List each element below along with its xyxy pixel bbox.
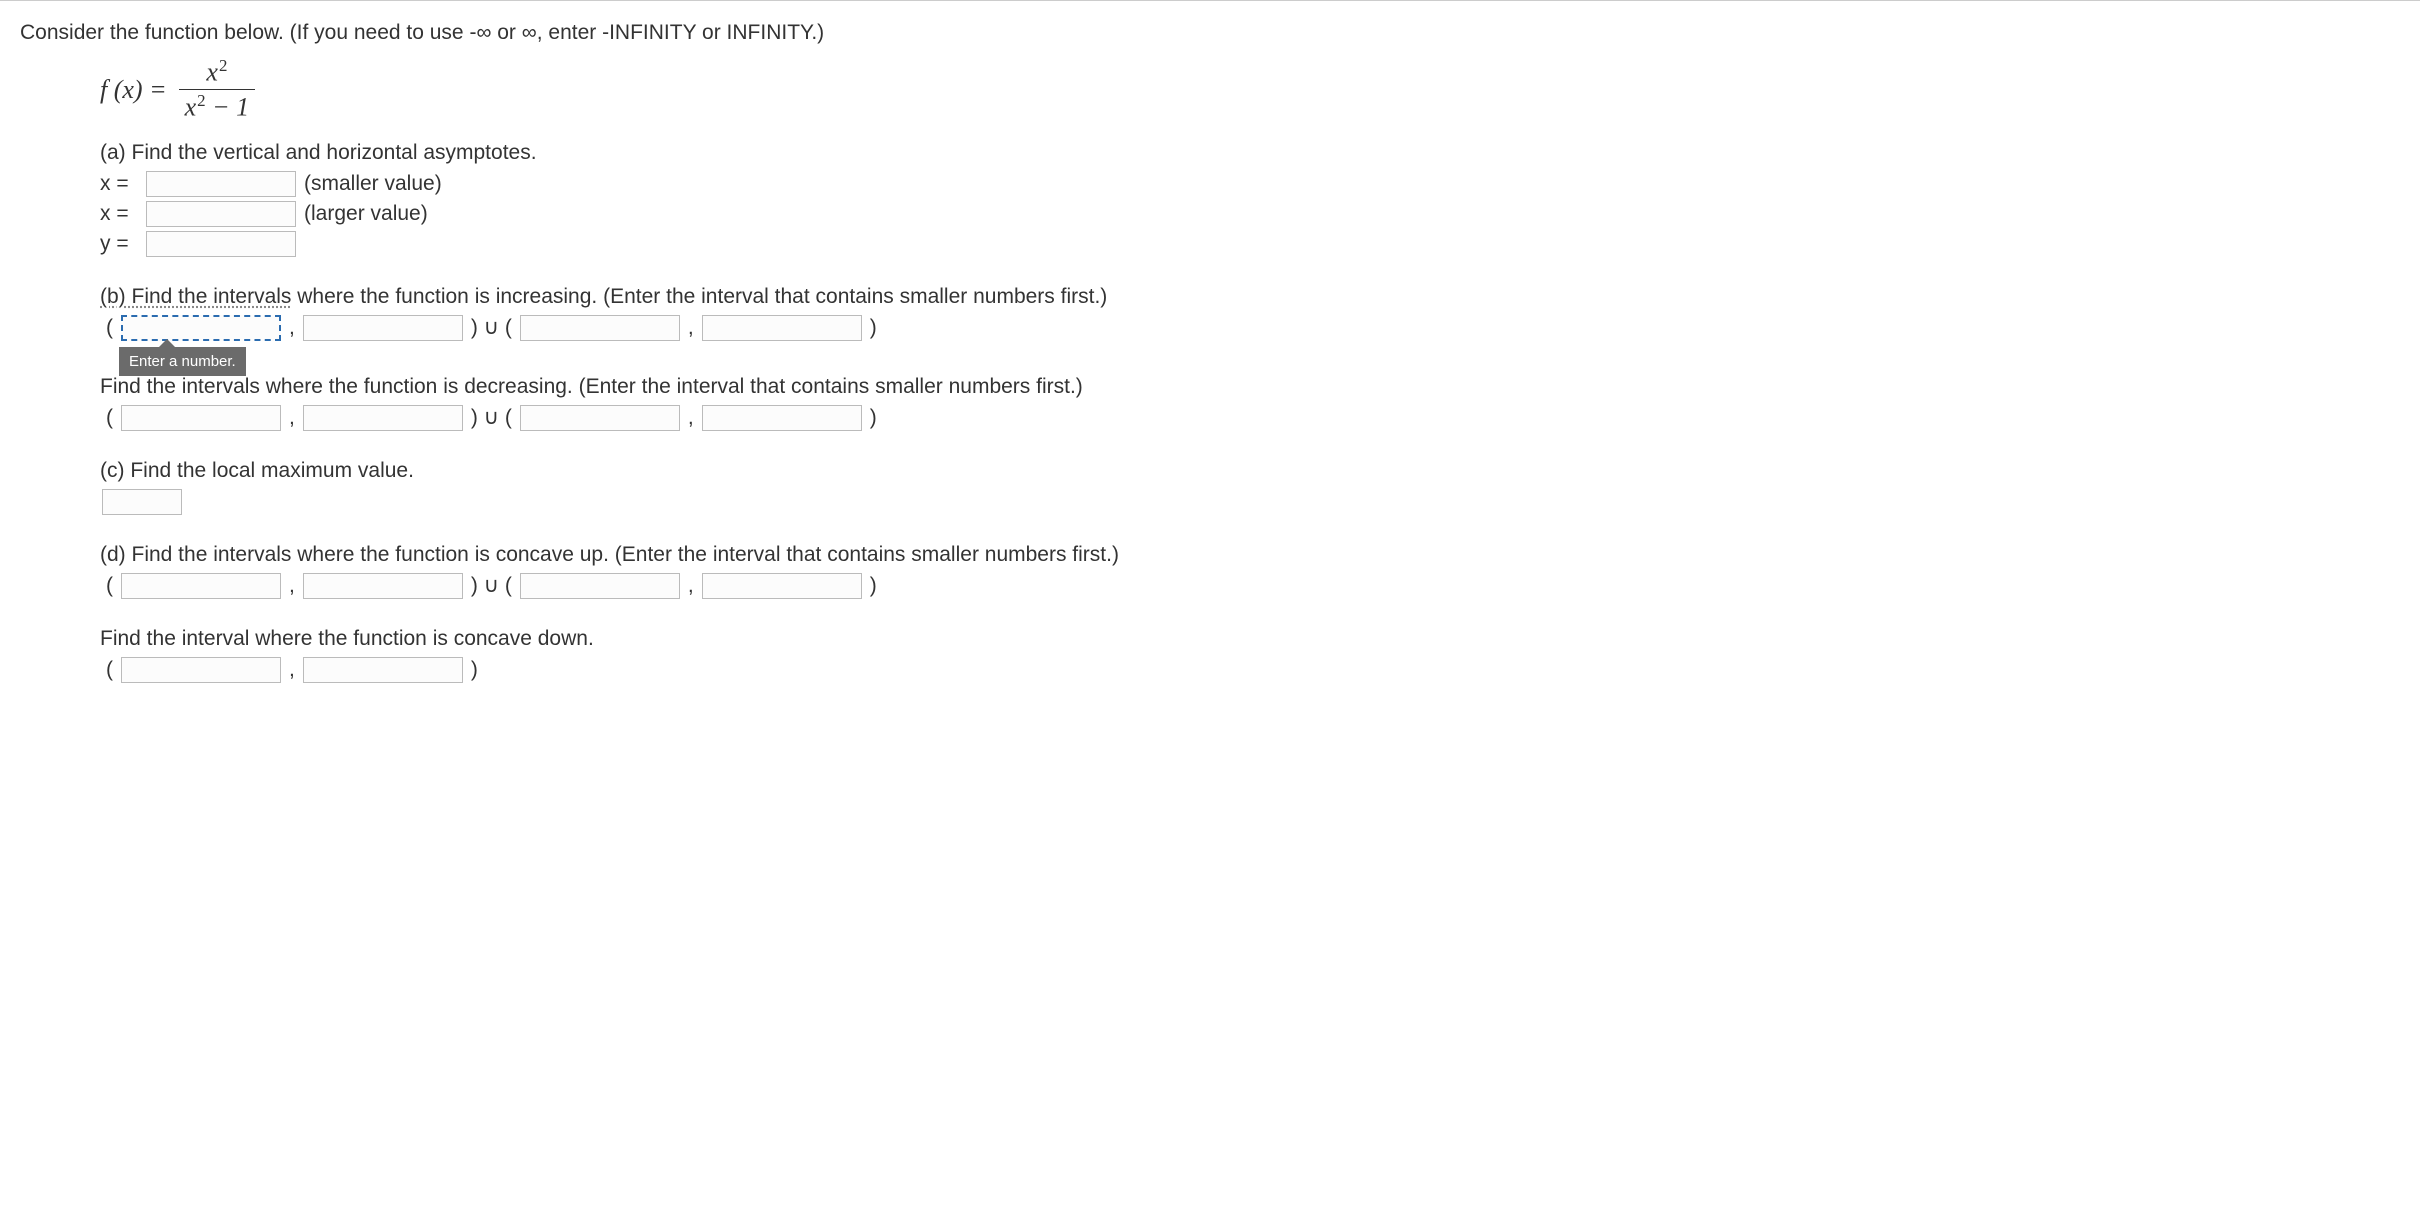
concave-down-a-input[interactable] bbox=[121, 657, 281, 683]
part-a-x-smaller-row: x = (smaller value) bbox=[100, 171, 2400, 197]
open-paren: ( bbox=[106, 316, 113, 340]
part-b-prompt-dotted: (b) Find the intervals bbox=[100, 285, 291, 308]
local-max-row bbox=[100, 489, 2400, 515]
close-paren-2: ) bbox=[870, 406, 877, 430]
part-b: (b) Find the intervals where the functio… bbox=[100, 285, 2400, 431]
question-body: f (x) = x2 x2 − 1 (a) Find the vertical … bbox=[100, 57, 2400, 683]
x-equals-label-2: x = bbox=[100, 202, 144, 226]
concave-up-int2-a-input[interactable] bbox=[520, 573, 680, 599]
open-paren-3: ( bbox=[106, 574, 113, 598]
part-b-increasing-prompt: (b) Find the intervals where the functio… bbox=[100, 285, 2400, 309]
tooltip-anchor: Enter a number. bbox=[119, 315, 283, 341]
comma-7: , bbox=[289, 658, 295, 682]
vertical-asymptote-smaller-input[interactable] bbox=[146, 171, 296, 197]
formula-denominator: x2 − 1 bbox=[179, 89, 256, 122]
part-c: (c) Find the local maximum value. bbox=[100, 459, 2400, 515]
enter-number-tooltip: Enter a number. bbox=[119, 347, 246, 376]
question-page: Consider the function below. (If you nee… bbox=[0, 0, 2420, 727]
concave-down-b-input[interactable] bbox=[303, 657, 463, 683]
formula-fraction: x2 x2 − 1 bbox=[179, 57, 256, 123]
concave-up-int1-a-input[interactable] bbox=[121, 573, 281, 599]
part-d: (d) Find the intervals where the functio… bbox=[100, 543, 2400, 683]
increasing-interval-row: ( Enter a number. , ) ∪ ( , ) bbox=[100, 315, 2400, 341]
horizontal-asymptote-input[interactable] bbox=[146, 231, 296, 257]
concave-up-int2-b-input[interactable] bbox=[702, 573, 862, 599]
part-a-y-row: y = bbox=[100, 231, 2400, 257]
concave-up-interval-row: ( , ) ∪ ( , ) bbox=[100, 573, 2400, 599]
open-paren-2: ( bbox=[106, 406, 113, 430]
decreasing-int1-b-input[interactable] bbox=[303, 405, 463, 431]
concave-down-interval-row: ( , ) bbox=[100, 657, 2400, 683]
comma-6: , bbox=[688, 574, 694, 598]
close-union-open: ) ∪ ( bbox=[471, 315, 512, 340]
concave-up-int1-b-input[interactable] bbox=[303, 573, 463, 599]
close-paren: ) bbox=[870, 316, 877, 340]
y-equals-label: y = bbox=[100, 232, 144, 256]
decreasing-int2-a-input[interactable] bbox=[520, 405, 680, 431]
close-paren-4: ) bbox=[471, 658, 478, 682]
part-c-prompt: (c) Find the local maximum value. bbox=[100, 459, 2400, 483]
part-d-concave-up-prompt: (d) Find the intervals where the functio… bbox=[100, 543, 2400, 567]
comma-3: , bbox=[289, 406, 295, 430]
part-a-x-larger-row: x = (larger value) bbox=[100, 201, 2400, 227]
increasing-int1-b-input[interactable] bbox=[303, 315, 463, 341]
local-max-input[interactable] bbox=[102, 489, 182, 515]
close-union-open-3: ) ∪ ( bbox=[471, 573, 512, 598]
smaller-value-label: (smaller value) bbox=[304, 172, 442, 196]
decreasing-interval-row: ( , ) ∪ ( , ) bbox=[100, 405, 2400, 431]
decreasing-int2-b-input[interactable] bbox=[702, 405, 862, 431]
increasing-int2-a-input[interactable] bbox=[520, 315, 680, 341]
comma-2: , bbox=[688, 316, 694, 340]
part-b-decreasing-prompt: Find the intervals where the function is… bbox=[100, 375, 2400, 399]
close-union-open-2: ) ∪ ( bbox=[471, 405, 512, 430]
increasing-int2-b-input[interactable] bbox=[702, 315, 862, 341]
larger-value-label: (larger value) bbox=[304, 202, 428, 226]
intro-text: Consider the function below. (If you nee… bbox=[20, 21, 2400, 45]
increasing-int1-a-input[interactable] bbox=[121, 315, 281, 341]
part-d-concave-down-prompt: Find the interval where the function is … bbox=[100, 627, 2400, 651]
x-equals-label: x = bbox=[100, 172, 144, 196]
part-a-prompt: (a) Find the vertical and horizontal asy… bbox=[100, 141, 2400, 165]
comma: , bbox=[289, 316, 295, 340]
open-paren-4: ( bbox=[106, 658, 113, 682]
function-formula: f (x) = x2 x2 − 1 bbox=[100, 57, 2400, 123]
formula-numerator: x2 bbox=[200, 57, 233, 89]
vertical-asymptote-larger-input[interactable] bbox=[146, 201, 296, 227]
formula-lhs: f (x) = bbox=[100, 75, 167, 105]
comma-4: , bbox=[688, 406, 694, 430]
decreasing-int1-a-input[interactable] bbox=[121, 405, 281, 431]
close-paren-3: ) bbox=[870, 574, 877, 598]
comma-5: , bbox=[289, 574, 295, 598]
